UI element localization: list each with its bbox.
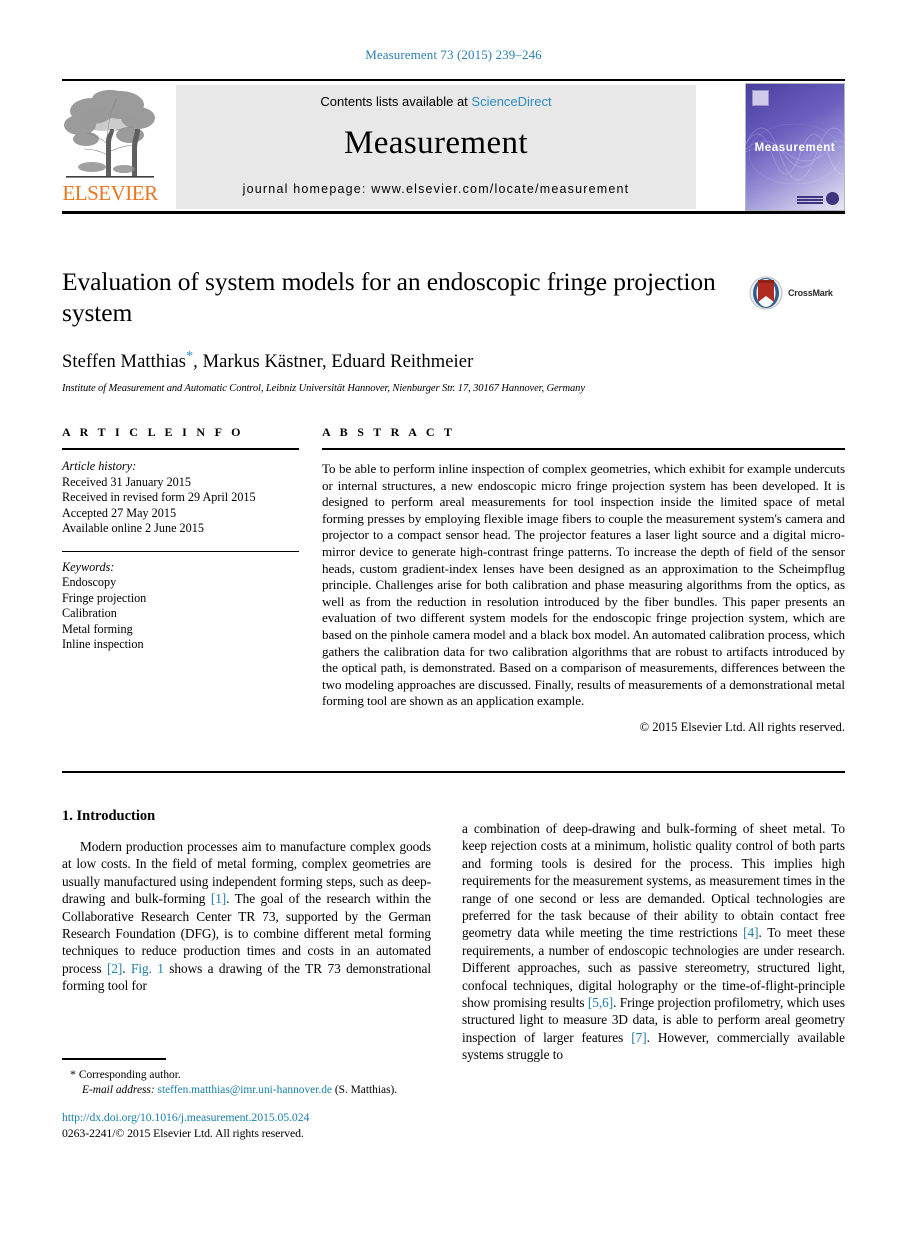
elsevier-wordmark: ELSEVIER	[62, 181, 158, 205]
citation-ref-4[interactable]: [4]	[743, 925, 758, 940]
contents-available-line: Contents lists available at ScienceDirec…	[176, 85, 696, 109]
citation-ref-5-6[interactable]: [5,6]	[588, 995, 613, 1010]
journal-title: Measurement	[344, 125, 528, 161]
email-address-label: E-mail address:	[82, 1083, 155, 1096]
doi-link[interactable]: http://dx.doi.org/10.1016/j.measurement.…	[62, 1110, 462, 1126]
article-info-heading: A R T I C L E I N F O	[62, 425, 244, 439]
elsevier-tree-icon	[62, 85, 158, 185]
introduction-right-column: a combination of deep-drawing and bulk-f…	[462, 820, 845, 1064]
journal-homepage[interactable]: journal homepage: www.elsevier.com/locat…	[176, 182, 696, 196]
corresponding-author-note: * Corresponding author.	[62, 1067, 431, 1083]
author-names-part1: Steffen Matthias	[62, 352, 187, 373]
footer-block: http://dx.doi.org/10.1016/j.measurement.…	[62, 1110, 462, 1141]
journal-banner: Contents lists available at ScienceDirec…	[176, 85, 696, 209]
crossmark-label: CrossMark	[788, 288, 833, 298]
history-item: Received in revised form 29 April 2015	[62, 490, 256, 504]
crossmark-icon	[749, 276, 783, 310]
contents-available-text: Contents lists available at	[320, 94, 472, 109]
abstract-bottom-rule	[62, 771, 845, 773]
keywords-block: Keywords: Endoscopy Fringe projection Ca…	[62, 560, 299, 653]
article-title: Evaluation of system models for an endos…	[62, 267, 716, 327]
keyword-item: Calibration	[62, 606, 117, 620]
introduction-left-column: 1. Introduction Modern production proces…	[62, 808, 431, 995]
elsevier-logo: ELSEVIER	[62, 85, 158, 209]
intro-text-part3: .	[122, 960, 131, 976]
keyword-item: Fringe projection	[62, 590, 147, 605]
history-item: Received 31 January 2015	[62, 474, 191, 489]
email-address-link[interactable]: steffen.matthias@imr.uni-hannover.de	[158, 1084, 332, 1096]
keyword-item: Endoscopy	[62, 575, 117, 589]
masthead-bottom-rule	[62, 211, 845, 214]
article-info-section: A R T I C L E I N F O Article history: R…	[62, 425, 299, 653]
abstract-heading: A B S T R A C T	[322, 425, 456, 439]
citation-ref-1[interactable]: [1]	[211, 891, 226, 906]
history-item: Available online 2 June 2015	[62, 521, 204, 535]
issn-copyright-line: 0263-2241/© 2015 Elsevier Ltd. All right…	[62, 1125, 304, 1140]
introduction-paragraph-right: a combination of deep-drawing and bulk-f…	[462, 820, 845, 1064]
history-item: Accepted 27 May 2015	[62, 505, 177, 520]
abstract-text: To be able to perform inline inspection …	[322, 461, 845, 709]
citation-ref-7[interactable]: [7]	[631, 1030, 646, 1045]
footnote-block: * Corresponding author. E-mail address: …	[62, 1058, 431, 1098]
abstract-copyright: © 2015 Elsevier Ltd. All rights reserved…	[639, 719, 845, 734]
cover-footer-lines-icon	[797, 196, 823, 205]
keyword-item: Inline inspection	[62, 637, 144, 651]
email-author-suffix: (S. Matthias).	[331, 1083, 398, 1096]
author-names-part2: , Markus Kästner, Eduard Reithmeier	[193, 352, 474, 373]
article-info-rule	[62, 448, 299, 450]
email-note: E-mail address: steffen.matthias@imr.uni…	[62, 1083, 431, 1098]
citation-ref-2[interactable]: [2]	[107, 961, 122, 976]
article-history-block: Article history: Received 31 January 201…	[62, 459, 299, 537]
abstract-section: A B S T R A C T To be able to perform in…	[322, 425, 845, 735]
keywords-label: Keywords:	[62, 559, 115, 574]
keywords-rule	[62, 550, 299, 552]
running-head: Measurement 73 (2015) 239–246	[365, 47, 542, 62]
journal-masthead: ELSEVIER Contents lists available at Sci…	[62, 79, 845, 219]
title-block: Evaluation of system models for an endos…	[62, 266, 845, 394]
corresponding-author-text: Corresponding author.	[76, 1068, 181, 1081]
cover-footer	[797, 192, 839, 205]
article-history-label: Article history:	[62, 459, 137, 473]
crossmark-badge[interactable]: CrossMark	[749, 272, 845, 314]
cover-chip-icon	[752, 90, 769, 106]
sciencedirect-link[interactable]: ScienceDirect	[471, 94, 551, 109]
keyword-item: Metal forming	[62, 621, 133, 636]
intro-right-part1: a combination of deep-drawing and bulk-f…	[462, 821, 845, 941]
author-list: Steffen Matthias*, Markus Kästner, Eduar…	[62, 349, 845, 373]
cover-journal-title: Measurement	[754, 142, 836, 154]
masthead-top-rule	[62, 79, 845, 81]
footnote-rule	[62, 1058, 166, 1060]
introduction-paragraph-left: Modern production processes aim to manuf…	[62, 838, 431, 995]
figure-ref-1[interactable]: Fig. 1	[131, 961, 164, 976]
abstract-rule	[322, 448, 845, 450]
journal-cover-image: Measurement	[745, 83, 845, 211]
introduction-heading: 1. Introduction	[62, 808, 156, 824]
author-affiliation: Institute of Measurement and Automatic C…	[62, 383, 585, 395]
cover-globe-icon	[826, 192, 839, 205]
